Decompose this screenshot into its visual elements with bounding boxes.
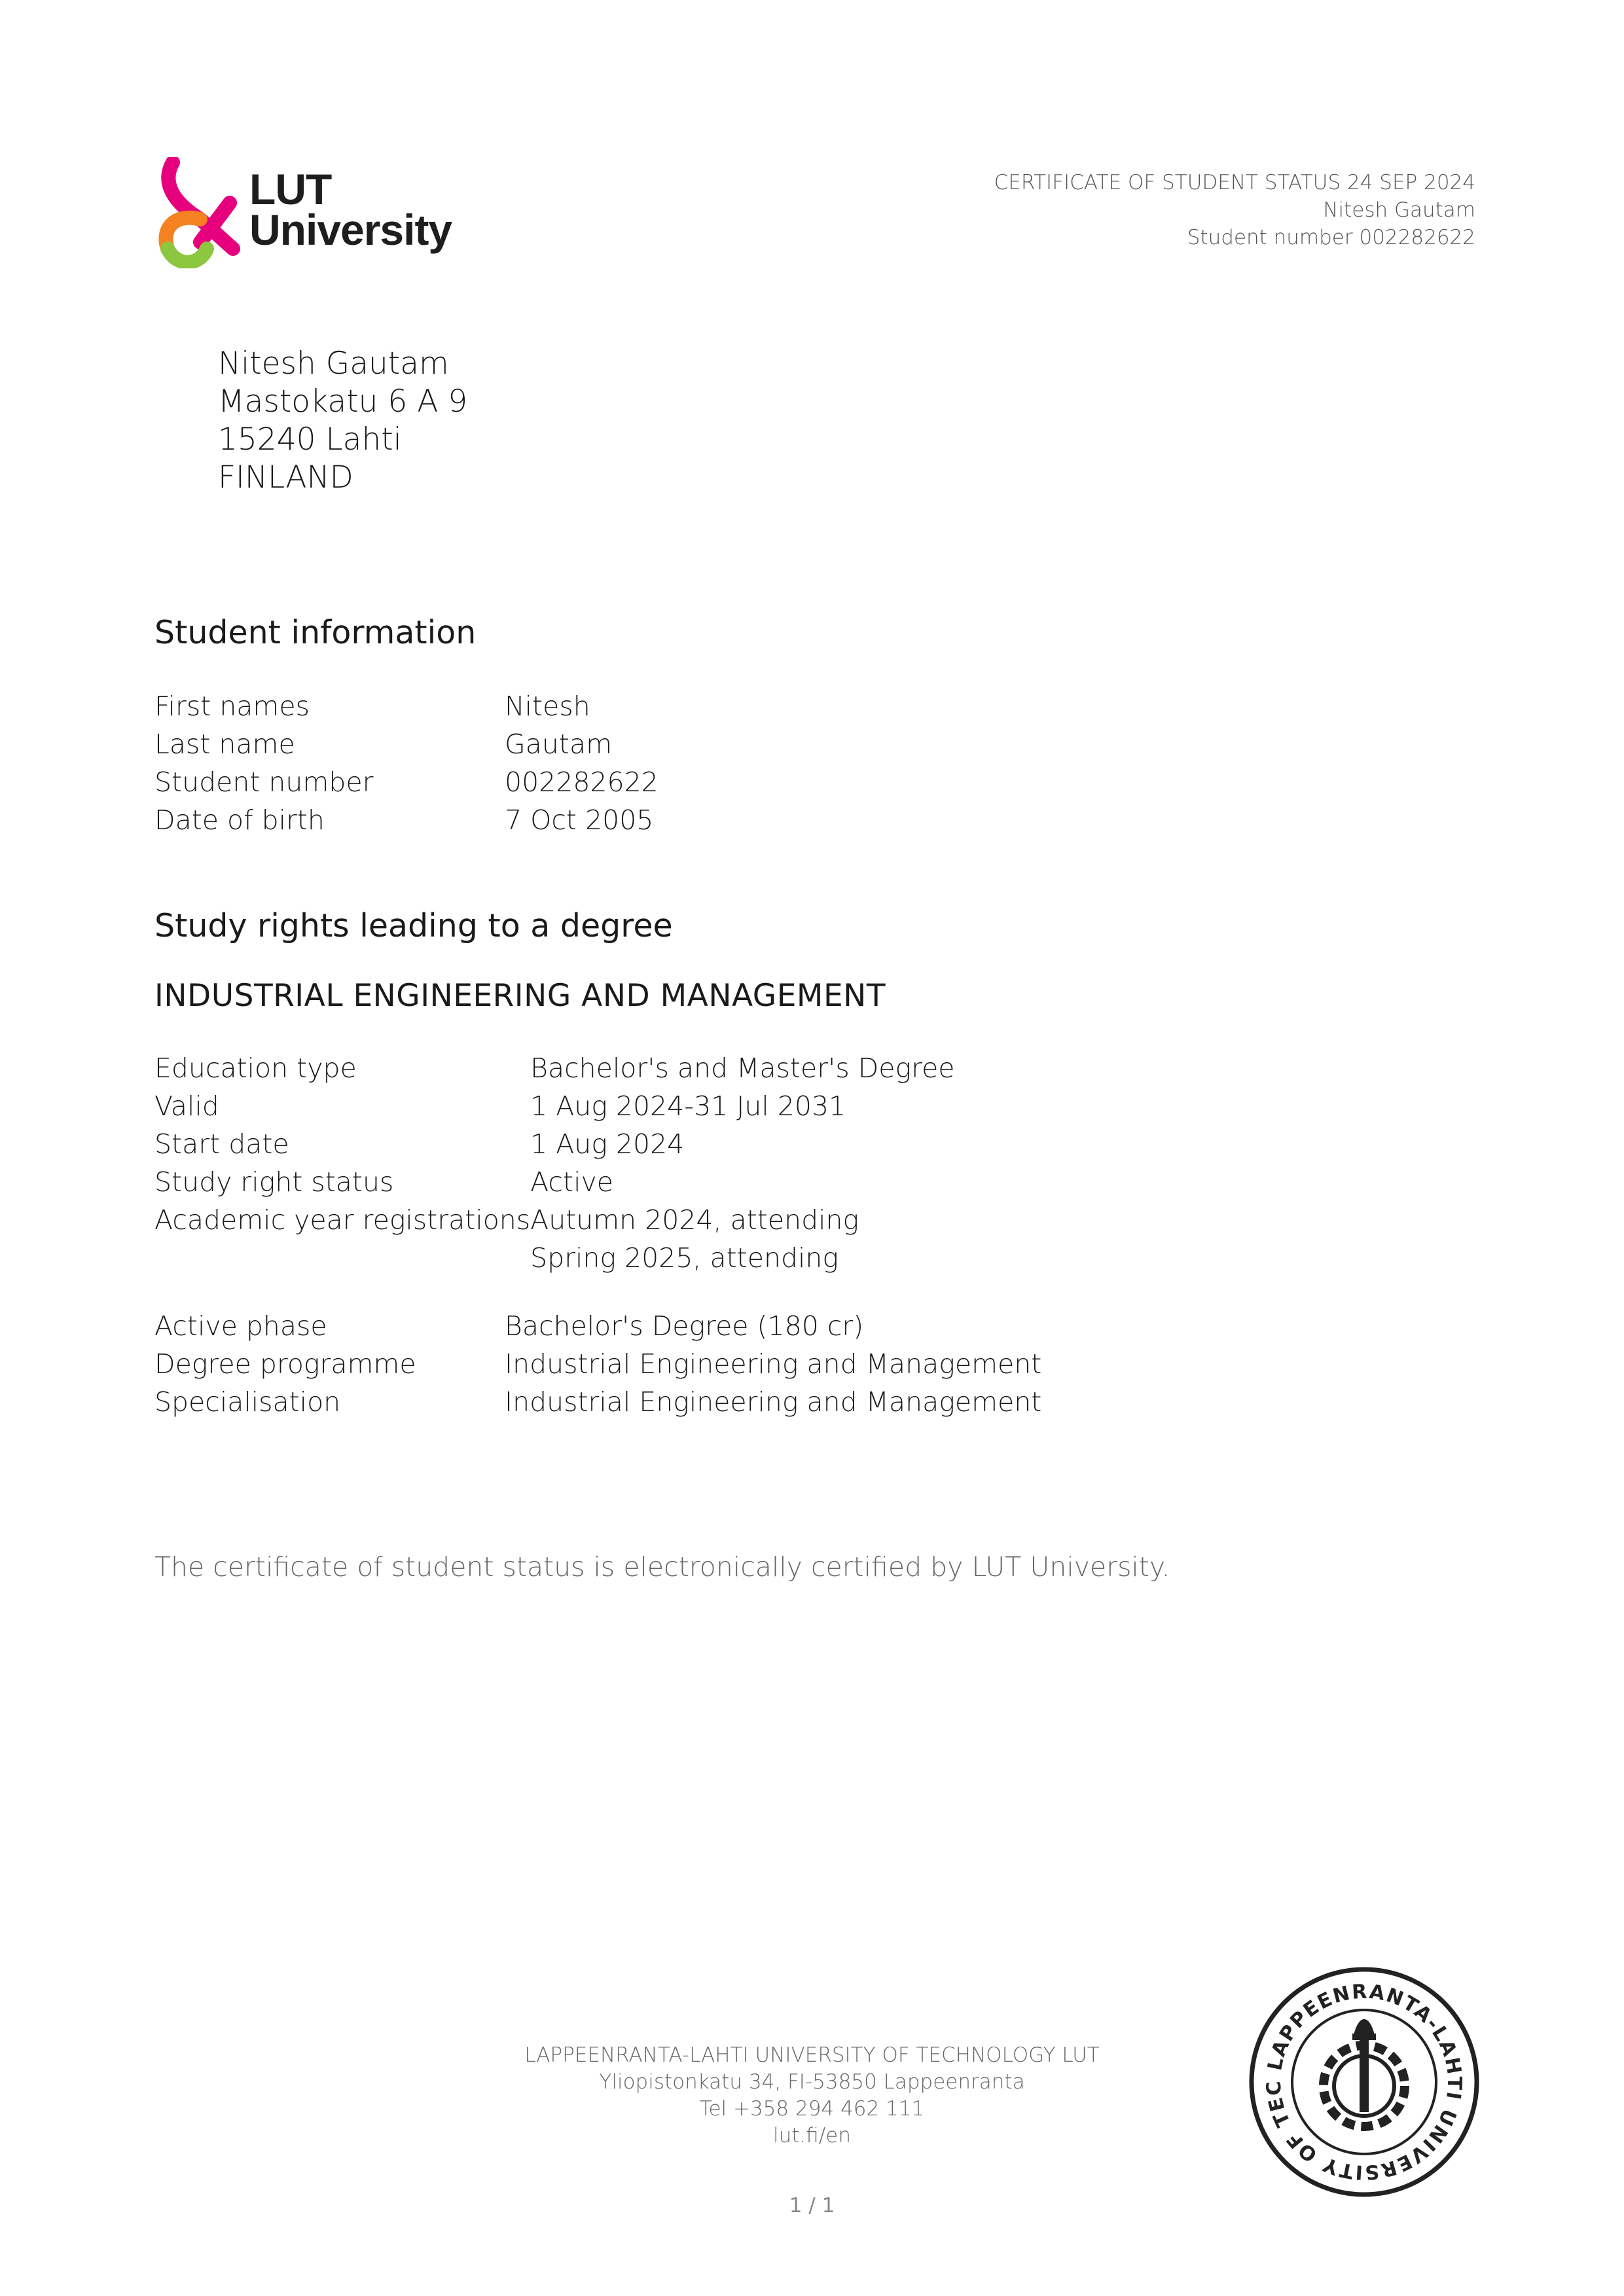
table-row: Student number 002282622 [154,763,659,801]
row-label: Study right status [154,1166,394,1198]
address-city: 15240 Lahti [218,422,402,457]
header-student-number: Student number 002282622 [1187,226,1475,249]
certificate-title-date: CERTIFICATE OF STUDENT STATUS 24 SEP 202… [994,171,1475,194]
study-rights-table: Education type Bachelor's and Master's De… [154,1049,955,1277]
row-label: Start date [154,1128,289,1160]
table-row: Academic year registrations Autumn 2024, … [154,1201,955,1239]
student-info-heading: Student information [154,614,477,651]
ampersand-logo-icon [158,155,240,270]
row-label: Education type [154,1052,357,1084]
seal-icon: LAPPEENRANTA-LAHTI UNIVERSITY OF TECHNOL… [1238,1947,1479,2197]
table-row: Specialisation Industrial Engineering and… [154,1383,1041,1421]
row-value: Nitesh [505,691,590,722]
table-row: First names Nitesh [154,687,659,725]
certification-note: The certificate of student status is ele… [154,1551,1170,1583]
row-label [154,1239,530,1277]
row-label: Last name [154,728,295,760]
row-label: Degree programme [154,1348,416,1380]
logo-wordmark: LUT University [249,165,452,254]
lut-logo: LUT University [154,155,456,270]
header-student-name: Nitesh Gautam [1323,198,1475,222]
row-label: Valid [154,1090,219,1122]
row-label: Specialisation [154,1386,341,1418]
table-row: Spring 2025, attending [154,1239,955,1277]
row-value: Bachelor's Degree (180 cr) [505,1310,864,1342]
row-value: Industrial Engineering and Management [505,1386,1042,1418]
address-country: FINLAND [218,459,353,495]
address-name: Nitesh Gautam [218,346,449,382]
phase-table: Active phase Bachelor's Degree (180 cr) D… [154,1307,1041,1421]
row-value: Bachelor's and Master's Degree [530,1052,955,1084]
row-label: Academic year registrations [154,1204,531,1236]
seal-text: LAPPEENRANTA-LAHTI UNIVERSITY OF TECHNOL… [1238,1947,1464,2183]
table-row: Start date 1 Aug 2024 [154,1125,955,1163]
row-value: 1 Aug 2024 [530,1128,685,1160]
university-seal: LAPPEENRANTA-LAHTI UNIVERSITY OF TECHNOL… [1238,1947,1481,2199]
logo-line-lut: LUT [249,165,332,213]
table-row: Valid 1 Aug 2024-31 Jul 2031 [154,1087,955,1125]
row-label: First names [154,691,310,722]
recipient-address: Nitesh Gautam Mastokatu 6 A 9 15240 Laht… [218,345,467,497]
table-row: Active phase Bachelor's Degree (180 cr) [154,1307,1041,1345]
study-rights-heading: Study rights leading to a degree [154,907,673,944]
table-row: Last name Gautam [154,725,659,763]
row-value: Industrial Engineering and Management [505,1348,1042,1380]
row-label: Student number [154,766,374,798]
address-street: Mastokatu 6 A 9 [218,384,468,420]
table-row: Date of birth 7 Oct 2005 [154,801,659,839]
row-value: Autumn 2024, attending [530,1204,859,1236]
row-label: Date of birth [154,804,325,836]
table-row: Education type Bachelor's and Master's De… [154,1049,955,1087]
row-value: Active [530,1166,613,1198]
row-value: 002282622 [505,766,659,798]
row-value: 1 Aug 2024-31 Jul 2031 [530,1090,846,1122]
document-header: CERTIFICATE OF STUDENT STATUS 24 SEP 202… [994,169,1475,251]
row-value: 7 Oct 2005 [505,804,654,836]
row-label: Active phase [154,1310,327,1342]
student-info-table: First names Nitesh Last name Gautam Studen… [154,687,659,839]
table-row: Study right status Active [154,1163,955,1201]
svg-text:LAPPEENRANTA-LAHTI UNIVERSITY: LAPPEENRANTA-LAHTI UNIVERSITY OF TECHNOL… [1247,1965,1466,2183]
programme-title: INDUSTRIAL ENGINEERING AND MANAGEMENT [154,978,886,1014]
table-row: Degree programme Industrial Engineering a… [154,1345,1041,1383]
row-value: Gautam [505,728,613,760]
row-value: Spring 2025, attending [530,1242,839,1274]
logo-line-university: University [249,206,452,254]
